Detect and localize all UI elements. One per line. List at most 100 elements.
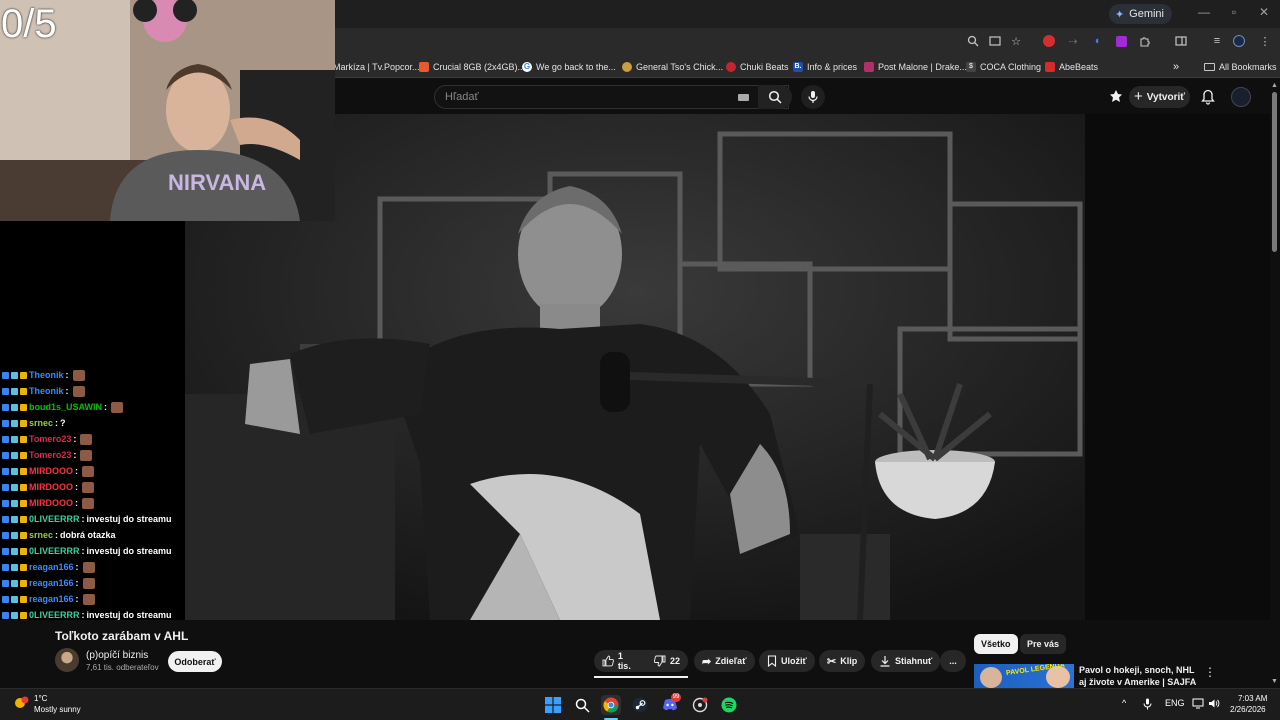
weather-desc[interactable]: Mostly sunny: [34, 705, 81, 714]
bookmark-3[interactable]: General Tso's Chick...: [622, 59, 723, 74]
all-bookmarks-button[interactable]: All Bookmarks: [1204, 59, 1277, 74]
chat-badge-icon: [11, 563, 18, 571]
chat-username[interactable]: reagan166: [29, 594, 74, 604]
dislike-button[interactable]: 22: [646, 650, 688, 672]
chip-all[interactable]: Všetko: [974, 634, 1018, 654]
weather-temp[interactable]: 1°C: [34, 694, 47, 703]
chip-for-you[interactable]: Pre vás: [1020, 634, 1067, 654]
tray-overflow-icon[interactable]: ^: [1122, 698, 1126, 708]
clock-date[interactable]: 2/26/2026: [1230, 705, 1266, 714]
chat-separator: :: [104, 402, 108, 412]
bookmark-label: General Tso's Chick...: [636, 61, 724, 72]
bookmark-star-icon[interactable]: ☆: [1008, 33, 1024, 49]
like-bar: [594, 676, 688, 678]
extensions-puzzle-icon[interactable]: [1137, 33, 1153, 49]
chat-badge-icon: [2, 403, 9, 411]
scroll-up-arrow-icon[interactable]: ▲: [1271, 82, 1278, 89]
chat-username[interactable]: Tomero23: [29, 450, 71, 460]
bookmark-favicon: $: [966, 61, 976, 72]
channel-avatar[interactable]: [55, 648, 79, 672]
zoom-icon[interactable]: [965, 33, 981, 49]
chat-username[interactable]: Tomero23: [29, 434, 71, 444]
share-button[interactable]: ➦ Zdieľať: [694, 650, 755, 672]
subscribe-button[interactable]: Odoberať: [168, 651, 222, 672]
scrollbar-thumb[interactable]: [1272, 92, 1277, 252]
chat-message: reagan166 :: [2, 560, 95, 574]
taskbar-search-icon[interactable]: [572, 695, 592, 715]
extension-purple-icon[interactable]: [1113, 33, 1129, 49]
bookmarks-overflow-button[interactable]: »: [1173, 59, 1179, 74]
gaming-badge-icon[interactable]: [1108, 89, 1124, 105]
chat-emote-icon: [82, 497, 94, 509]
chat-emote-icon: [72, 369, 85, 381]
chat-username[interactable]: srnec: [29, 418, 53, 428]
search-button[interactable]: [758, 85, 792, 109]
save-button[interactable]: Uložiť: [759, 650, 815, 672]
chat-separator: :: [55, 418, 59, 428]
gemini-button[interactable]: ✦ Gemini: [1108, 4, 1172, 24]
weather-sun-icon[interactable]: [12, 696, 30, 710]
bookmark-5[interactable]: B. Info & prices: [793, 59, 857, 74]
chat-username[interactable]: 0LIVEERRR: [29, 514, 80, 524]
bookmark-label: Crucial 8GB (2x4GB)...: [433, 61, 526, 72]
voice-search-button[interactable]: [801, 85, 825, 109]
network-icon[interactable]: [1192, 698, 1204, 711]
keyboard-icon[interactable]: [738, 94, 749, 101]
account-avatar[interactable]: [1231, 87, 1251, 107]
like-button[interactable]: 1 tis.: [594, 650, 646, 672]
create-button[interactable]: + Vytvoriť: [1129, 86, 1190, 108]
clock-time[interactable]: 7:03 AM: [1238, 694, 1267, 703]
chat-message: MIRDOOO :: [2, 480, 94, 494]
chrome-icon[interactable]: [601, 695, 621, 715]
close-icon[interactable]: ✕: [1255, 5, 1273, 19]
bookmark-8[interactable]: AbeBeats: [1045, 59, 1098, 74]
bookmark-1[interactable]: Crucial 8GB (2x4GB)...: [419, 59, 525, 74]
app-record-icon[interactable]: [690, 695, 710, 715]
cast-icon[interactable]: [987, 33, 1003, 49]
minimize-icon[interactable]: —: [1195, 5, 1213, 19]
chat-username[interactable]: Theonik: [29, 370, 64, 380]
chat-username[interactable]: reagan166: [29, 562, 74, 572]
notifications-icon[interactable]: [1201, 89, 1215, 105]
discord-icon[interactable]: 99: [660, 693, 681, 715]
scroll-down-arrow-icon[interactable]: ▼: [1271, 678, 1278, 685]
chat-message: Tomero23 :: [2, 448, 93, 462]
spotify-icon[interactable]: [719, 695, 739, 715]
channel-name[interactable]: (p)opíčí biznis: [86, 650, 148, 661]
chat-username[interactable]: 0LIVEERRR: [29, 610, 80, 620]
chat-username[interactable]: Theonik: [29, 386, 64, 396]
more-actions-button[interactable]: ...: [940, 650, 966, 672]
reading-list-icon[interactable]: ≡: [1209, 33, 1225, 49]
microphone-tray-icon[interactable]: [1143, 698, 1152, 712]
profile-avatar[interactable]: [1231, 33, 1247, 49]
recommended-thumbnail[interactable]: PAVOL LEGENDA: [974, 664, 1074, 688]
volume-icon[interactable]: [1208, 698, 1220, 711]
bookmark-0[interactable]: Markíza | Tv.Popcor...: [333, 59, 420, 74]
bookmark-7[interactable]: $ COCA Clothing: [966, 59, 1041, 74]
language-indicator[interactable]: ENG: [1165, 698, 1185, 708]
chat-username[interactable]: MIRDOOO: [29, 466, 73, 476]
chat-username[interactable]: MIRDOOO: [29, 482, 73, 492]
chat-badge-icon: [20, 467, 27, 475]
chat-username[interactable]: reagan166: [29, 578, 74, 588]
extension-blue-icon[interactable]: ◖: [1089, 33, 1105, 49]
chat-username[interactable]: srnec: [29, 530, 53, 540]
chat-username[interactable]: MIRDOOO: [29, 498, 73, 508]
download-button[interactable]: Stiahnuť: [871, 650, 941, 672]
clip-button[interactable]: ✂ Klip: [819, 650, 866, 672]
recommended-more-icon[interactable]: ⋮: [1204, 665, 1216, 679]
bookmark-6[interactable]: Post Malone | Drake...: [864, 59, 967, 74]
browser-menu-icon[interactable]: ⋮: [1257, 33, 1273, 49]
bookmark-2[interactable]: G We go back to the...: [522, 59, 616, 74]
extension-red-icon[interactable]: [1041, 33, 1057, 49]
chat-username[interactable]: 0LIVEERRR: [29, 546, 80, 556]
steam-icon[interactable]: [630, 695, 650, 715]
folder-icon: [1204, 62, 1215, 71]
windows-start-icon[interactable]: [543, 695, 563, 715]
side-panel-icon[interactable]: [1173, 33, 1189, 49]
extension-gray-icon[interactable]: ⇢: [1065, 33, 1081, 49]
bookmark-4[interactable]: Chuki Beats: [726, 59, 789, 74]
search-input[interactable]: [445, 89, 725, 105]
maximize-icon[interactable]: ▫: [1225, 5, 1243, 19]
chat-username[interactable]: boud1s_USAWIN: [29, 402, 102, 412]
